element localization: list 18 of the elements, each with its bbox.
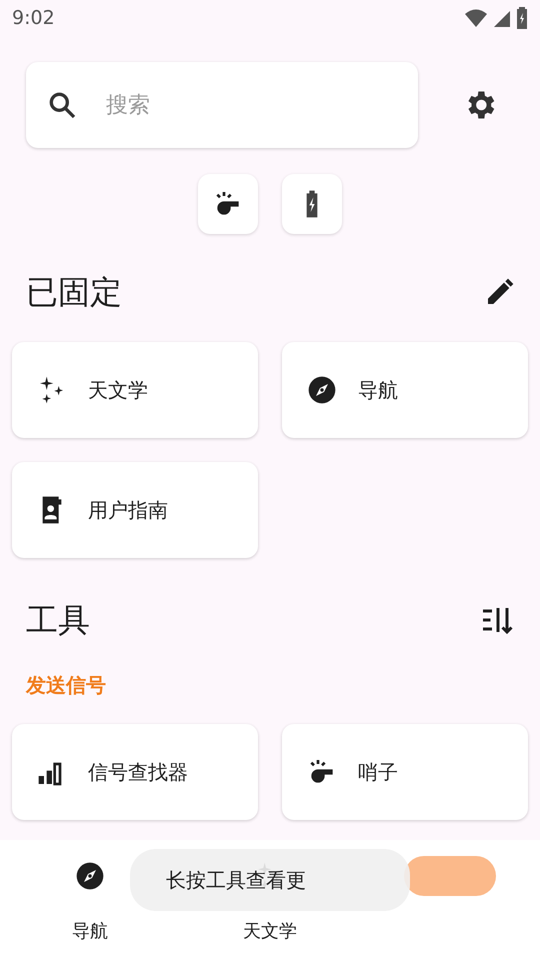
- status-time: 9:02: [12, 6, 55, 31]
- tool-card[interactable]: 用户指南: [12, 462, 258, 558]
- snackbar-message: 长按工具查看更: [166, 867, 306, 894]
- nav-label: 导航: [72, 920, 108, 944]
- tool-card[interactable]: 信号查找器: [12, 724, 258, 820]
- search-input[interactable]: 搜索: [106, 88, 346, 122]
- tool-label: 信号查找器: [88, 759, 188, 786]
- tool-card[interactable]: 天文学: [12, 342, 258, 438]
- tool-label: 天文学: [88, 377, 148, 404]
- section-title: 已固定: [26, 272, 122, 313]
- category-heading: 发送信号: [24, 672, 107, 699]
- nav-label: 天文学: [243, 920, 297, 944]
- tool-card[interactable]: 导航: [282, 342, 528, 438]
- tool-label: 用户指南: [88, 497, 168, 524]
- tool-card[interactable]: 哨子: [282, 724, 528, 820]
- tool-label: 导航: [358, 377, 398, 404]
- tool-label: 哨子: [358, 759, 398, 786]
- section-title: 工具: [26, 600, 90, 641]
